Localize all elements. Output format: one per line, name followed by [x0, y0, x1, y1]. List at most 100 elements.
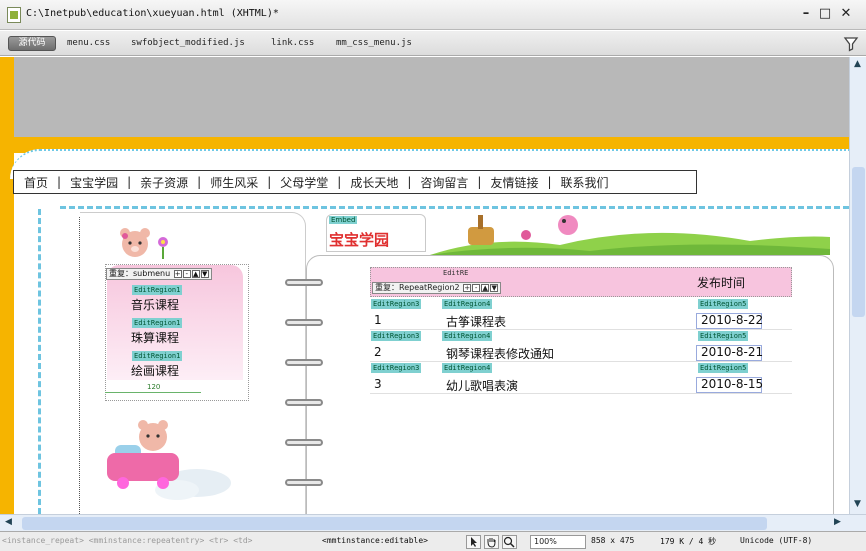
- source-code-button[interactable]: 源代码: [8, 36, 56, 51]
- row-number: 3: [374, 377, 382, 391]
- table-row[interactable]: EditRegion3 2 EditRegion4 钢琴课程表修改通知 Edit…: [370, 330, 792, 362]
- news-table[interactable]: EditRE 重复：RepeatRegion2 + - ▲ ▼ 发布时间 EditRe…: [370, 267, 792, 397]
- vertical-scroll-thumb[interactable]: [852, 167, 865, 317]
- add-entry-button[interactable]: +: [173, 269, 182, 278]
- nav-separator: |: [477, 175, 482, 189]
- nav-item-teachers[interactable]: 师生风采: [210, 174, 258, 191]
- nav-separator: |: [127, 175, 132, 189]
- section-banner: Embed 宝宝学园: [326, 214, 426, 252]
- submenu-item-drawing[interactable]: 绘画课程: [131, 362, 179, 379]
- restore-button[interactable]: □: [817, 5, 833, 23]
- embed-tag[interactable]: Embed: [329, 216, 358, 224]
- news-title[interactable]: 幼儿歌唱表演: [446, 377, 518, 394]
- ring-decoration: [285, 319, 323, 326]
- nav-separator: |: [57, 175, 62, 189]
- hand-tool-icon[interactable]: [484, 535, 499, 549]
- nav-item-messages[interactable]: 咨询留言: [420, 174, 468, 191]
- zoom-tool-icon[interactable]: [502, 535, 517, 549]
- ring-decoration: [285, 439, 323, 446]
- dashed-divider-vertical: [38, 209, 41, 514]
- document-icon: [7, 7, 21, 23]
- tag-selector-path[interactable]: <instance_repeat> <mminstance:repeatentr…: [2, 536, 320, 545]
- row-number: 2: [374, 345, 382, 359]
- zoom-select[interactable]: 100%: [530, 535, 586, 549]
- submenu-region[interactable]: 重复：submenu + - ▲ ▼ EditRegion1 音乐课程 EditReg…: [105, 264, 249, 401]
- nav-item-parents[interactable]: 父母学堂: [280, 174, 328, 191]
- repeat-region-label[interactable]: 重复：RepeatRegion2 + - ▲ ▼: [372, 282, 502, 294]
- ring-decoration: [285, 359, 323, 366]
- add-entry-button[interactable]: +: [463, 283, 472, 292]
- related-file[interactable]: mm_css_menu.js: [336, 38, 412, 48]
- remove-entry-button[interactable]: -: [182, 269, 191, 278]
- editable-region-tag[interactable]: EditRegion4: [442, 299, 493, 309]
- editable-region-tag[interactable]: EditRegion5: [698, 299, 749, 309]
- remove-entry-button[interactable]: -: [472, 283, 481, 292]
- scroll-up-arrow-icon[interactable]: ▲: [854, 59, 861, 69]
- submenu-item-abacus[interactable]: 珠算课程: [131, 329, 179, 346]
- download-info: 179 K / 4 秒: [660, 537, 717, 546]
- table-row[interactable]: EditRegion3 1 EditRegion4 古筝课程表 EditRegi…: [370, 298, 792, 330]
- scroll-left-arrow-icon[interactable]: ◀: [5, 517, 12, 527]
- nav-item-contact[interactable]: 联系我们: [561, 174, 609, 191]
- editable-region-tag[interactable]: EditRE: [443, 269, 468, 277]
- nav-item-links[interactable]: 友情链接: [490, 174, 538, 191]
- nav-separator: |: [267, 175, 272, 189]
- pointer-tool-icon[interactable]: [466, 535, 481, 549]
- nav-item-growth[interactable]: 成长天地: [350, 174, 398, 191]
- title-bar: C:\Inetpub\education\xueyuan.html (XHTML…: [0, 0, 866, 30]
- ring-decoration: [285, 399, 323, 406]
- table-row[interactable]: EditRegion3 3 EditRegion4 幼儿歌唱表演 EditReg…: [370, 362, 792, 394]
- editable-region-tag[interactable]: EditRegion4: [442, 331, 493, 341]
- editable-region-tag[interactable]: EditRegion3: [371, 299, 422, 309]
- design-view[interactable]: 首页 | 宝宝学园 | 亲子资源 | 师生风采 | 父母学堂 | 成长天地 | …: [0, 57, 849, 514]
- editable-region-tag[interactable]: EditRegion3: [371, 363, 422, 373]
- move-down-button[interactable]: ▼: [490, 283, 499, 292]
- minimize-button[interactable]: –: [798, 5, 814, 23]
- header-flash-placeholder: [14, 57, 849, 137]
- nav-item-baby-school[interactable]: 宝宝学园: [70, 174, 118, 191]
- related-file[interactable]: menu.css: [67, 38, 110, 48]
- editable-region-tag[interactable]: EditRegion3: [371, 331, 422, 341]
- editable-region-tag[interactable]: EditRegion5: [698, 363, 749, 373]
- news-date: 2010-8-21: [701, 345, 764, 359]
- horizontal-scrollbar[interactable]: ◀ ▶: [0, 514, 866, 531]
- move-up-button[interactable]: ▲: [191, 269, 200, 278]
- table-header: EditRE 重复：RepeatRegion2 + - ▲ ▼ 发布时间: [370, 267, 792, 297]
- bear-flower-image: [120, 228, 168, 259]
- scroll-right-arrow-icon[interactable]: ▶: [834, 517, 841, 527]
- nav-separator: |: [547, 175, 552, 189]
- news-title[interactable]: 钢琴课程表修改通知: [446, 345, 554, 362]
- window-size[interactable]: 858 x 475: [591, 536, 634, 545]
- submenu-item-music[interactable]: 音乐课程: [131, 296, 179, 313]
- nav-separator: |: [337, 175, 342, 189]
- vertical-scrollbar[interactable]: ▲ ▼: [849, 57, 866, 514]
- news-date: 2010-8-15: [701, 377, 764, 391]
- main-nav: 首页 | 宝宝学园 | 亲子资源 | 师生风采 | 父母学堂 | 成长天地 | …: [13, 170, 697, 194]
- editable-region-tag[interactable]: EditRegion1: [132, 285, 183, 295]
- nav-separator: |: [407, 175, 412, 189]
- nav-item-home[interactable]: 首页: [24, 174, 48, 191]
- scroll-down-arrow-icon[interactable]: ▼: [854, 499, 861, 509]
- close-button[interactable]: ✕: [838, 5, 854, 23]
- width-indicator: 120: [105, 383, 201, 393]
- gold-sidebar: [0, 57, 14, 514]
- editable-region-tag[interactable]: EditRegion5: [698, 331, 749, 341]
- filter-icon[interactable]: [843, 36, 859, 52]
- move-down-button[interactable]: ▼: [200, 269, 209, 278]
- news-title[interactable]: 古筝课程表: [446, 313, 506, 330]
- editable-region-tag[interactable]: EditRegion4: [442, 363, 493, 373]
- horizontal-scroll-thumb[interactable]: [22, 517, 767, 530]
- repeat-region-name: 重复：RepeatRegion2: [375, 283, 460, 292]
- move-up-button[interactable]: ▲: [481, 283, 490, 292]
- related-file[interactable]: link.css: [271, 38, 314, 48]
- repeat-region-label[interactable]: 重复：submenu + - ▲ ▼: [106, 268, 212, 280]
- window-title: C:\Inetpub\education\xueyuan.html (XHTML…: [26, 8, 279, 19]
- nav-item-resources[interactable]: 亲子资源: [140, 174, 188, 191]
- tag-selector-current[interactable]: <mmtinstance:editable>: [322, 536, 428, 545]
- date-column-header: 发布时间: [697, 276, 746, 290]
- section-title: 宝宝学园: [329, 231, 390, 249]
- related-file[interactable]: swfobject_modified.js: [131, 38, 245, 48]
- related-files-bar: 源代码 menu.css swfobject_modified.js link.…: [0, 31, 866, 56]
- editable-region-tag[interactable]: EditRegion1: [132, 351, 183, 361]
- editable-region-tag[interactable]: EditRegion1: [132, 318, 183, 328]
